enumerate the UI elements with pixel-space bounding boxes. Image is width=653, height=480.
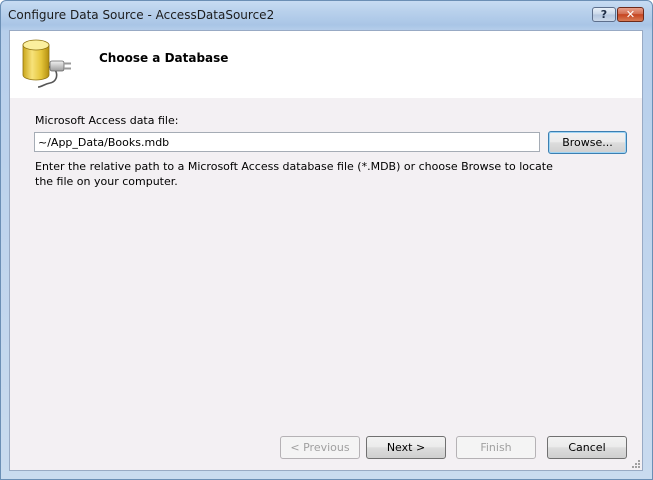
next-button[interactable]: Next > — [366, 436, 446, 459]
dialog-client-area: Choose a Database Microsoft Access data … — [9, 30, 643, 471]
browse-button[interactable]: Browse... — [548, 131, 627, 154]
resize-grip-icon[interactable] — [630, 458, 640, 468]
page-title: Choose a Database — [99, 51, 229, 65]
instruction-text: Enter the relative path to a Microsoft A… — [35, 160, 553, 188]
finish-button[interactable]: Finish — [456, 436, 536, 459]
help-icon: ? — [600, 8, 608, 21]
cancel-button[interactable]: Cancel — [547, 436, 627, 459]
wizard-header: Choose a Database — [10, 31, 642, 98]
title-bar[interactable]: Configure Data Source - AccessDataSource… — [1, 1, 652, 29]
previous-button[interactable]: < Previous — [280, 436, 360, 459]
database-plug-icon — [22, 39, 71, 88]
close-icon: ✕ — [625, 8, 636, 21]
access-file-label: Microsoft Access data file: — [35, 114, 179, 127]
help-button[interactable]: ? — [592, 7, 616, 22]
close-button[interactable]: ✕ — [617, 7, 644, 22]
access-file-path-input[interactable] — [34, 132, 540, 152]
dialog-window: Configure Data Source - AccessDataSource… — [0, 0, 653, 480]
window-title: Configure Data Source - AccessDataSource… — [8, 8, 275, 22]
